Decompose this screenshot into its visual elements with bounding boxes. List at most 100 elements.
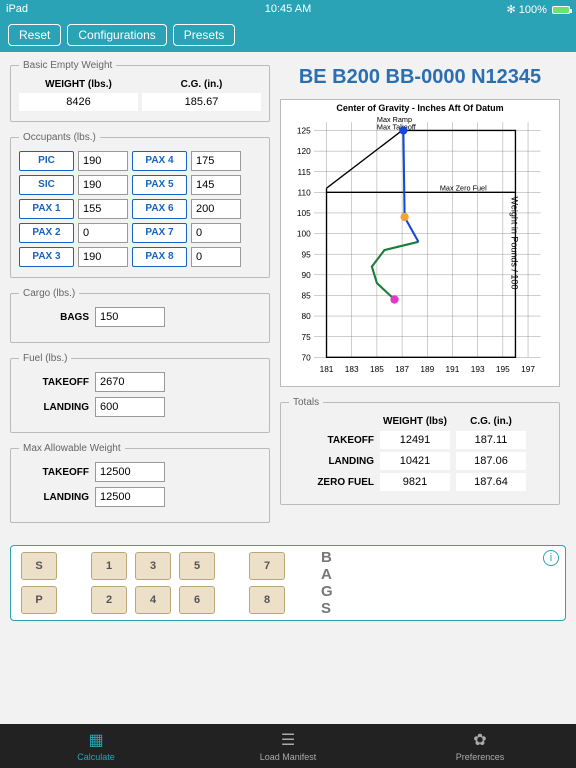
basic-empty-weight-group: Basic Empty Weight WEIGHT (lbs.) C.G. (i… xyxy=(10,60,270,122)
fuel-landing-input[interactable] xyxy=(95,397,165,417)
bew-cg-header: C.G. (in.) xyxy=(142,79,261,90)
seat-7[interactable]: 7 xyxy=(249,552,285,580)
gear-icon: ✿ xyxy=(473,730,486,750)
totals-weight-header: WEIGHT (lbs) xyxy=(380,416,450,427)
svg-text:Max Takeoff: Max Takeoff xyxy=(377,122,417,131)
status-device: iPad xyxy=(6,3,194,15)
reset-button[interactable]: Reset xyxy=(8,24,61,46)
svg-text:187: 187 xyxy=(395,364,409,374)
bew-cg-value: 185.67 xyxy=(142,93,261,111)
presets-button[interactable]: Presets xyxy=(173,24,236,46)
svg-text:100: 100 xyxy=(297,229,311,239)
battery-icon xyxy=(552,6,570,14)
seat-8[interactable]: 8 xyxy=(249,586,285,614)
occ-input-PAX 8[interactable] xyxy=(191,247,241,267)
bags-label: BAGS xyxy=(19,312,89,323)
occ-input-PIC[interactable] xyxy=(78,151,128,171)
totals-cg-LANDING: 187.06 xyxy=(456,452,526,470)
occ-input-PAX 1[interactable] xyxy=(78,199,128,219)
tab-preferences[interactable]: ✿ Preferences xyxy=(384,724,576,768)
chart-yside-label: Weight in Pounds / 100 xyxy=(510,197,520,290)
status-right: ✻ 100% xyxy=(382,3,570,16)
grid-icon: ▦ xyxy=(88,730,103,750)
occ-label-PAX 5[interactable]: PAX 5 xyxy=(132,175,187,195)
occ-label-PAX 1[interactable]: PAX 1 xyxy=(19,199,74,219)
configurations-button[interactable]: Configurations xyxy=(67,24,166,46)
tab-load-manifest[interactable]: ☰ Load Manifest xyxy=(192,724,384,768)
occ-label-SIC[interactable]: SIC xyxy=(19,175,74,195)
maxw-legend: Max Allowable Weight xyxy=(19,443,125,454)
svg-text:80: 80 xyxy=(302,311,312,321)
occ-input-PAX 2[interactable] xyxy=(78,223,128,243)
fuel-takeoff-label: TAKEOFF xyxy=(19,377,89,388)
status-time: 10:45 AM xyxy=(194,3,382,15)
max-weight-group: Max Allowable Weight TAKEOFF LANDING xyxy=(10,443,270,523)
cg-chart: Center of Gravity - Inches Aft Of Datum … xyxy=(280,99,560,387)
occ-label-PAX 3[interactable]: PAX 3 xyxy=(19,247,74,267)
occ-input-SIC[interactable] xyxy=(78,175,128,195)
battery-pct: 100% xyxy=(519,4,547,16)
occ-input-PAX 5[interactable] xyxy=(191,175,241,195)
fuel-group: Fuel (lbs.) TAKEOFF LANDING xyxy=(10,353,270,433)
tab-calculate[interactable]: ▦ Calculate xyxy=(0,724,192,768)
totals-legend: Totals xyxy=(289,397,323,408)
info-icon[interactable]: i xyxy=(543,550,559,566)
svg-text:195: 195 xyxy=(496,364,510,374)
maxw-takeoff-input[interactable] xyxy=(95,462,165,482)
occ-input-PAX 3[interactable] xyxy=(78,247,128,267)
bew-weight-value: 8426 xyxy=(19,93,138,111)
tab-bar: ▦ Calculate ☰ Load Manifest ✿ Preference… xyxy=(0,724,576,768)
totals-cg-header: C.G. (in.) xyxy=(456,416,526,427)
bags-input[interactable] xyxy=(95,307,165,327)
toolbar: Reset Configurations Presets xyxy=(0,18,576,52)
seat-2[interactable]: 2 xyxy=(91,586,127,614)
fuel-takeoff-input[interactable] xyxy=(95,372,165,392)
aircraft-title: BE B200 BB-0000 N12345 xyxy=(280,66,560,89)
seat-3[interactable]: 3 xyxy=(135,552,171,580)
status-bar: iPad 10:45 AM ✻ 100% xyxy=(0,0,576,18)
occ-input-PAX 7[interactable] xyxy=(191,223,241,243)
occ-input-PAX 6[interactable] xyxy=(191,199,241,219)
occ-label-PIC[interactable]: PIC xyxy=(19,151,74,171)
svg-text:105: 105 xyxy=(297,208,311,218)
svg-text:115: 115 xyxy=(298,167,312,177)
svg-text:90: 90 xyxy=(302,270,312,280)
bew-weight-header: WEIGHT (lbs.) xyxy=(19,79,138,90)
occ-label-PAX 6[interactable]: PAX 6 xyxy=(132,199,187,219)
maxw-takeoff-label: TAKEOFF xyxy=(19,467,89,478)
occ-label-PAX 8[interactable]: PAX 8 xyxy=(132,247,187,267)
bluetooth-icon: ✻ xyxy=(507,4,516,16)
occ-label-PAX 2[interactable]: PAX 2 xyxy=(19,223,74,243)
seat-map: S P 1 2 3 4 5 6 7 8 BAGS i xyxy=(10,545,566,621)
svg-text:120: 120 xyxy=(297,146,311,156)
seat-6[interactable]: 6 xyxy=(179,586,215,614)
cargo-legend: Cargo (lbs.) xyxy=(19,288,79,299)
seat-s[interactable]: S xyxy=(21,552,57,580)
occ-input-PAX 4[interactable] xyxy=(191,151,241,171)
seat-1[interactable]: 1 xyxy=(91,552,127,580)
seat-p[interactable]: P xyxy=(21,586,57,614)
totals-group: Totals WEIGHT (lbs) C.G. (in.) TAKEOFF 1… xyxy=(280,397,560,505)
svg-text:197: 197 xyxy=(521,364,535,374)
fuel-legend: Fuel (lbs.) xyxy=(19,353,71,364)
svg-text:183: 183 xyxy=(345,364,359,374)
maxw-landing-label: LANDING xyxy=(19,492,89,503)
seat-5[interactable]: 5 xyxy=(179,552,215,580)
totals-weight-LANDING: 10421 xyxy=(380,452,450,470)
fuel-landing-label: LANDING xyxy=(19,402,89,413)
maxw-landing-input[interactable] xyxy=(95,487,165,507)
occupants-legend: Occupants (lbs.) xyxy=(19,132,100,143)
svg-text:189: 189 xyxy=(420,364,434,374)
occ-label-PAX 4[interactable]: PAX 4 xyxy=(132,151,187,171)
svg-text:125: 125 xyxy=(297,126,311,136)
totals-cg-ZERO FUEL: 187.64 xyxy=(456,473,526,491)
totals-weight-TAKEOFF: 12491 xyxy=(380,431,450,449)
totals-label-TAKEOFF: TAKEOFF xyxy=(289,435,374,446)
svg-text:110: 110 xyxy=(298,187,312,197)
chart-title: Center of Gravity - Inches Aft Of Datum xyxy=(281,100,559,116)
seat-4[interactable]: 4 xyxy=(135,586,171,614)
occ-label-PAX 7[interactable]: PAX 7 xyxy=(132,223,187,243)
svg-text:75: 75 xyxy=(302,332,312,342)
totals-weight-ZERO FUEL: 9821 xyxy=(380,473,450,491)
bags-area-label: BAGS xyxy=(321,549,337,617)
